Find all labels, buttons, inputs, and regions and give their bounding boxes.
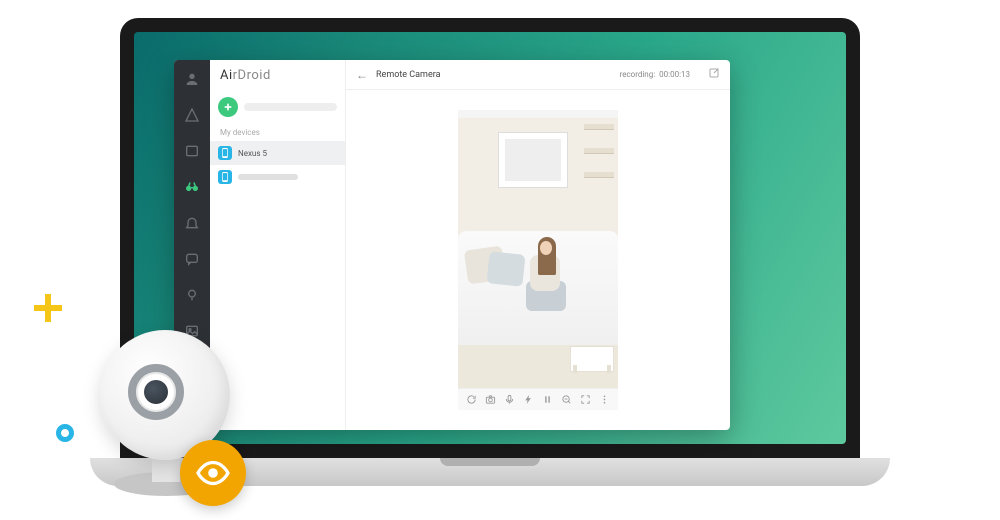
circle-blue-decoration: [56, 424, 74, 442]
camera-icon[interactable]: [485, 394, 497, 406]
camera-controls: [458, 388, 618, 410]
user-avatar-icon: [218, 97, 238, 117]
flash-icon[interactable]: [523, 394, 535, 406]
content-header: ← Remote Camera recording: 00:00:13: [346, 60, 730, 90]
phone-statusbar: [458, 110, 618, 118]
fullscreen-icon[interactable]: [580, 394, 592, 406]
main-content: ← Remote Camera recording: 00:00:13: [346, 60, 730, 430]
nav-earbud-icon[interactable]: [183, 286, 201, 304]
page-title: Remote Camera: [376, 70, 440, 80]
nav-send-icon[interactable]: [183, 106, 201, 124]
device-item-2[interactable]: [210, 165, 345, 189]
phone-preview: [458, 110, 618, 410]
device-name: Nexus 5: [238, 149, 267, 158]
nav-binoculars-icon[interactable]: [183, 178, 201, 196]
eye-badge-icon: [180, 440, 246, 506]
plus-yellow-decoration: [34, 294, 62, 322]
nav-files-icon[interactable]: [183, 142, 201, 160]
nav-bell-icon[interactable]: [183, 214, 201, 232]
app-window: AirDroid My devices Nexus 5: [174, 60, 730, 430]
rotate-icon[interactable]: [466, 394, 478, 406]
devices-section-label: My devices: [210, 124, 345, 141]
mic-icon[interactable]: [504, 394, 516, 406]
camera-view: [346, 90, 730, 430]
recording-status: recording: 00:00:13: [620, 70, 690, 79]
zoom-out-icon[interactable]: [561, 394, 573, 406]
user-name-placeholder: [244, 103, 337, 111]
camera-feed-image: [458, 118, 618, 388]
nav-profile-icon[interactable]: [183, 70, 201, 88]
nav-chat-icon[interactable]: [183, 250, 201, 268]
device-name-placeholder: [238, 174, 298, 180]
pause-icon[interactable]: [542, 394, 554, 406]
more-icon[interactable]: [599, 394, 611, 406]
user-row[interactable]: [210, 90, 345, 124]
phone-icon: [218, 170, 232, 184]
popout-icon[interactable]: [708, 67, 720, 82]
app-title: AirDroid: [210, 60, 345, 90]
back-arrow-icon[interactable]: ←: [356, 68, 368, 82]
device-item-nexus5[interactable]: Nexus 5: [210, 141, 345, 165]
phone-icon: [218, 146, 232, 160]
